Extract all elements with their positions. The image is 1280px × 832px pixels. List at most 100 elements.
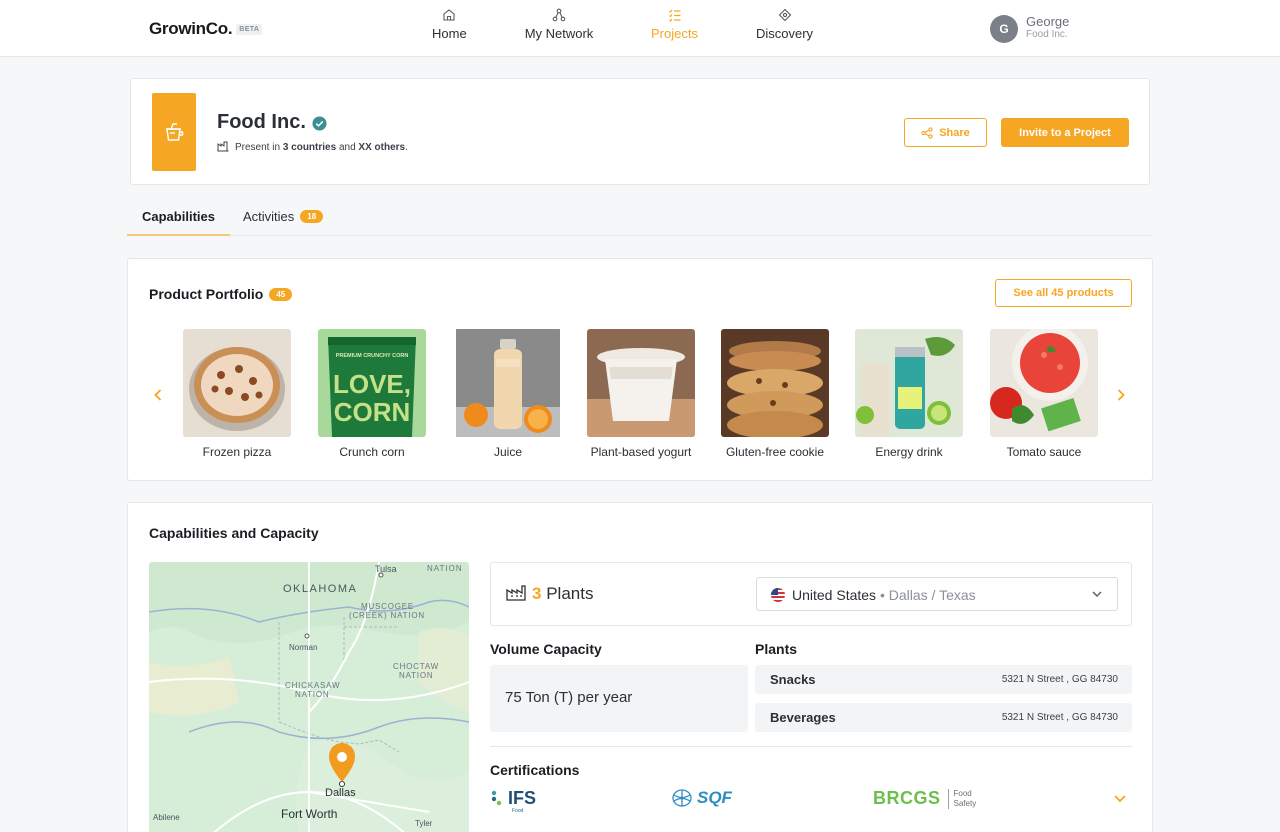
brcgs-sub: Food Safety (947, 788, 976, 809)
verified-icon (312, 116, 327, 131)
product-card[interactable]: PREMIUM CRUNCHY CORN LOVE, CORN Crunch c… (318, 329, 426, 459)
share-button[interactable]: Share (904, 118, 987, 147)
plants-summary: 3 Plants United States • Dallas / Texas (490, 562, 1132, 626)
tab-capabilities[interactable]: Capabilities (142, 209, 215, 224)
share-icon (921, 126, 933, 139)
plants-count-number: 3 (532, 584, 542, 603)
plants-map[interactable]: OKLAHOMA Tulsa NATION MUSCOGEE (CREEK) N… (149, 562, 469, 832)
product-card[interactable]: Tomato sauce (990, 329, 1098, 459)
volume-capacity-title: Volume Capacity (490, 641, 602, 657)
see-all-products-button[interactable]: See all 45 products (995, 279, 1132, 307)
product-image-crunch-corn: PREMIUM CRUNCHY CORN LOVE, CORN (318, 329, 426, 437)
nav-my-network[interactable]: My Network (523, 8, 595, 41)
carousel-next-icon[interactable] (1116, 386, 1126, 407)
plants-count-label: Plants (546, 584, 594, 603)
certification-brcgs: BRCGS Food Safety (873, 788, 976, 809)
location-country: United States (792, 587, 877, 603)
tab-activities-label: Activities (243, 209, 295, 224)
ifs-sub: Food (512, 808, 524, 814)
presence-and: and (336, 142, 359, 153)
app-logo[interactable]: GrowinCo. BETA (149, 19, 263, 39)
product-card[interactable]: Juice (454, 329, 562, 459)
nav-projects[interactable]: Projects (650, 8, 699, 41)
product-card[interactable]: Energy drink (855, 329, 963, 459)
invite-to-project-button[interactable]: Invite to a Project (1001, 118, 1129, 147)
company-name: Food Inc. (217, 111, 306, 133)
nav-discovery-label: Discovery (755, 26, 814, 41)
plant-address: 5321 N Street , GG 84730 (1001, 674, 1118, 685)
brcgs-sub-1: Food (953, 788, 972, 798)
product-name: Tomato sauce (1006, 445, 1082, 459)
us-flag-icon (771, 588, 785, 602)
product-image-cookie (721, 329, 829, 437)
product-card[interactable]: Gluten-free cookie (721, 329, 829, 459)
product-portfolio-section: Product Portfolio 45 See all 45 products … (127, 258, 1153, 481)
beta-badge: BETA (236, 24, 263, 35)
plant-address: 5321 N Street , GG 84730 (1001, 712, 1118, 723)
chevron-down-icon (1092, 591, 1102, 597)
brcgs-name: BRCGS (873, 788, 941, 808)
plant-row[interactable]: Snacks 5321 N Street , GG 84730 (755, 665, 1132, 694)
plant-name: Beverages (770, 710, 836, 725)
plant-row[interactable]: Beverages 5321 N Street , GG 84730 (755, 703, 1132, 732)
map-label-oklahoma: OKLAHOMA (283, 583, 357, 595)
projects-icon (668, 9, 680, 22)
carousel-prev-icon[interactable] (153, 386, 163, 407)
presence-prefix: Present in (235, 142, 283, 153)
product-name: Frozen pizza (202, 445, 272, 459)
activities-count-badge: 18 (300, 210, 324, 223)
map-label-muscogee: MUSCOGEE (361, 602, 414, 611)
certification-ifs: IFS Food (490, 788, 536, 814)
product-name: Plant-based yogurt (590, 445, 692, 459)
sqf-name: SQF (697, 788, 732, 807)
map-label-norman: Norman (289, 643, 317, 652)
section-divider (490, 746, 1132, 747)
volume-capacity-box: 75 Ton (T) per year (490, 665, 748, 732)
product-name: Energy drink (875, 445, 943, 459)
plants-count: 3 Plants (506, 584, 593, 604)
avatar: G (990, 15, 1018, 43)
volume-capacity-value: 75 Ton (T) per year (505, 689, 633, 706)
product-image-juice (454, 329, 562, 437)
user-name: George (1026, 14, 1070, 29)
product-image-energy-drink (855, 329, 963, 437)
map-label-choctaw-1: CHOCTAW (393, 662, 439, 671)
certifications-title: Certifications (490, 762, 580, 778)
product-card[interactable]: Frozen pizza (183, 329, 291, 459)
capabilities-section: Capabilities and Capacity OKLAHOMA Tulsa… (127, 502, 1153, 832)
plants-list-title: Plants (755, 641, 798, 657)
expand-certifications-icon[interactable] (1113, 794, 1127, 804)
discovery-icon (778, 8, 791, 22)
share-button-label: Share (939, 126, 970, 139)
tab-activities[interactable]: Activities 18 (243, 209, 324, 224)
product-card[interactable]: Plant-based yogurt (587, 329, 695, 459)
map-label-creek: (CREEK) NATION (349, 611, 425, 620)
portfolio-count-badge: 45 (269, 288, 293, 301)
presence-others: XX others (358, 142, 406, 153)
product-image-yogurt (587, 329, 695, 437)
product-name: Gluten-free cookie (725, 445, 825, 459)
location-region: Dallas / Texas (888, 587, 976, 603)
nav-home[interactable]: Home (432, 8, 467, 41)
top-navigation: GrowinCo. BETA Home My Network Projects D… (0, 0, 1280, 57)
presence-suffix: . (405, 142, 408, 153)
nav-home-label: Home (432, 26, 467, 41)
product-image-frozen-pizza (183, 329, 291, 437)
sqf-logo-icon (672, 789, 692, 807)
map-label-chickasaw-1: CHICKASAW (285, 681, 340, 690)
location-value: United States • Dallas / Texas (792, 587, 976, 603)
profile-tabs: Capabilities Activities 18 (127, 200, 1153, 236)
map-label-tyler: Tyler (415, 819, 433, 828)
map-label-choctaw-2: NATION (399, 671, 433, 680)
capabilities-title: Capabilities and Capacity (149, 525, 319, 541)
packaging-line2: CORN (334, 397, 411, 427)
map-label-dallas: Dallas (325, 787, 356, 799)
location-select[interactable]: United States • Dallas / Texas (756, 577, 1118, 611)
product-image-tomato-sauce (990, 329, 1098, 437)
network-icon (552, 8, 566, 22)
nav-my-network-label: My Network (524, 26, 594, 41)
company-presence: Present in 3 countries and XX others. (217, 141, 408, 153)
map-label-fort-worth: Fort Worth (281, 807, 337, 821)
product-name: Crunch corn (339, 445, 405, 459)
nav-discovery[interactable]: Discovery (755, 8, 814, 41)
